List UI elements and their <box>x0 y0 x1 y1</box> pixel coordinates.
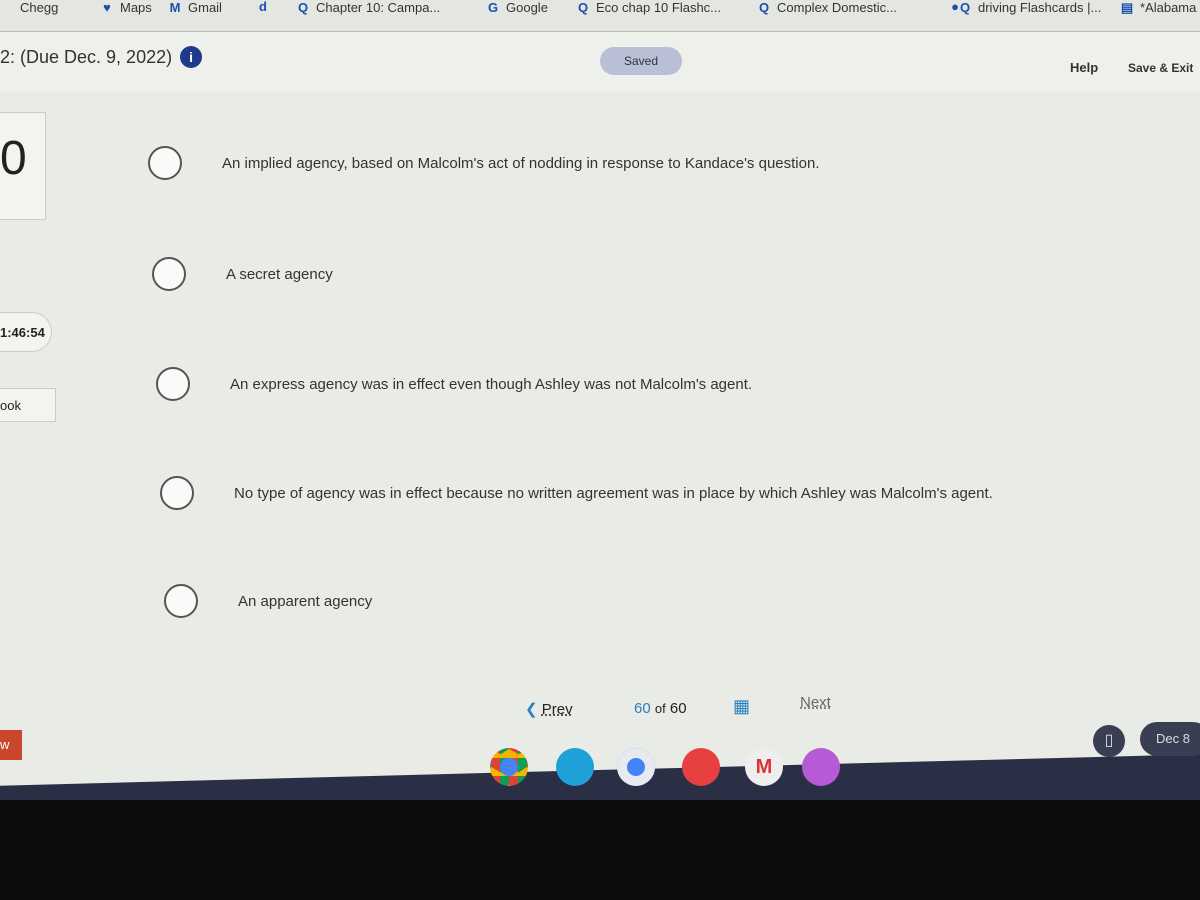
option-text: An express agency was in effect even tho… <box>230 375 753 393</box>
bookmark[interactable]: Qdriving Flashcards |... <box>958 0 1101 15</box>
option-text: An implied agency, based on Malcolm's ac… <box>222 154 820 172</box>
bookmark[interactable]: G Google <box>486 0 548 15</box>
saved-badge: Saved <box>600 47 682 75</box>
option-2[interactable]: A secret agency <box>152 257 333 291</box>
radio-button[interactable] <box>152 257 186 291</box>
gmail-icon: M <box>169 0 181 15</box>
gmail-icon[interactable]: M <box>745 748 783 786</box>
help-button[interactable]: Help <box>1070 60 1098 75</box>
files-icon[interactable] <box>556 748 594 786</box>
ebook-button[interactable]: ook <box>0 388 56 422</box>
docs-icon[interactable] <box>617 748 655 786</box>
bookmarks-bar: Chegg ♥ Maps M Gmail d Q Chapter 10: Campa... G G… <box>0 0 1200 32</box>
bookmark[interactable]: ▤ *Alabama <box>1120 0 1197 15</box>
prev-button[interactable]: ❮ Prev <box>525 700 573 718</box>
docs-icon: ▤ <box>1120 0 1134 15</box>
total-pages: 60 <box>669 700 687 717</box>
option-4[interactable]: No type of agency was in effect because … <box>160 476 993 510</box>
bookmark-label: Eco chap 10 Flashc... <box>596 0 722 15</box>
save-exit-button[interactable]: Save & Exit <box>1128 61 1193 75</box>
page-indicator[interactable]: 60 of 60 <box>634 700 687 717</box>
current-page: 60 <box>634 700 651 717</box>
bookmark-label: Google <box>506 0 548 15</box>
bookmark-label: Maps <box>120 0 152 15</box>
keep-icon[interactable] <box>802 748 840 786</box>
radio-button[interactable] <box>164 584 198 618</box>
radio-button[interactable] <box>156 367 190 401</box>
bookmark[interactable]: M Gmail <box>168 0 222 15</box>
quizlet-icon: Q <box>758 0 770 15</box>
bookmark[interactable]: d <box>256 0 276 14</box>
option-5[interactable]: An apparent agency <box>164 584 372 618</box>
quizlet-icon: Q <box>959 0 971 15</box>
title-text: 2: (Due Dec. 9, 2022) <box>0 46 173 67</box>
of-label: of <box>654 701 666 716</box>
google-icon: G <box>487 0 499 15</box>
radio-button[interactable] <box>148 146 182 180</box>
option-text: An apparent agency <box>238 592 373 610</box>
chevron-left-icon: ❮ <box>525 701 538 718</box>
screen-bezel <box>0 800 1200 900</box>
next-button[interactable]: Next <box>800 694 831 711</box>
maps-pin-icon: ♥ <box>103 0 111 15</box>
bookmark[interactable]: ♥ Maps <box>100 0 152 15</box>
assignment-title: 2: (Due Dec. 9, 2022) i <box>0 46 203 68</box>
bookmark[interactable]: Q Chapter 10: Campa... <box>296 0 440 15</box>
option-text: No type of agency was in effect because … <box>234 484 993 502</box>
bookmark-label: Gmail <box>188 0 222 15</box>
bookmark[interactable]: Q Complex Domestic... <box>757 0 897 15</box>
grid-icon[interactable]: ▦ <box>733 696 750 717</box>
bookmark-label: *Alabama <box>1140 0 1197 15</box>
bookmark-label: Chegg <box>20 0 59 15</box>
bookmark[interactable]: Chegg <box>0 0 58 15</box>
quizlet-icon: Q <box>577 0 589 15</box>
d-icon: d <box>259 0 267 14</box>
option-1[interactable]: An implied agency, based on Malcolm's ac… <box>148 146 819 180</box>
tablet-mode-icon[interactable]: ▯ <box>1093 725 1125 757</box>
youtube-icon[interactable] <box>682 748 720 786</box>
timer[interactable]: 1:46:54 <box>0 312 52 352</box>
option-3[interactable]: An express agency was in effect even tho… <box>156 367 752 401</box>
bookmark[interactable]: Q Eco chap 10 Flashc... <box>576 0 721 15</box>
bookmark-label: Complex Domestic... <box>777 0 897 15</box>
prev-label: Prev <box>541 701 573 718</box>
score-display: 0 <box>0 112 46 220</box>
option-text: A secret agency <box>226 265 333 283</box>
chegg-icon <box>0 1 14 15</box>
bookmark-label: driving Flashcards |... <box>978 0 1102 15</box>
date-display[interactable]: Dec 8 <box>1140 722 1200 756</box>
info-icon[interactable]: i <box>180 46 203 68</box>
radio-button[interactable] <box>160 476 194 510</box>
quizlet-icon: Q <box>297 0 309 15</box>
chrome-icon[interactable] <box>490 748 528 786</box>
widget-w[interactable]: w <box>0 730 22 760</box>
bookmark-label: Chapter 10: Campa... <box>316 0 441 15</box>
